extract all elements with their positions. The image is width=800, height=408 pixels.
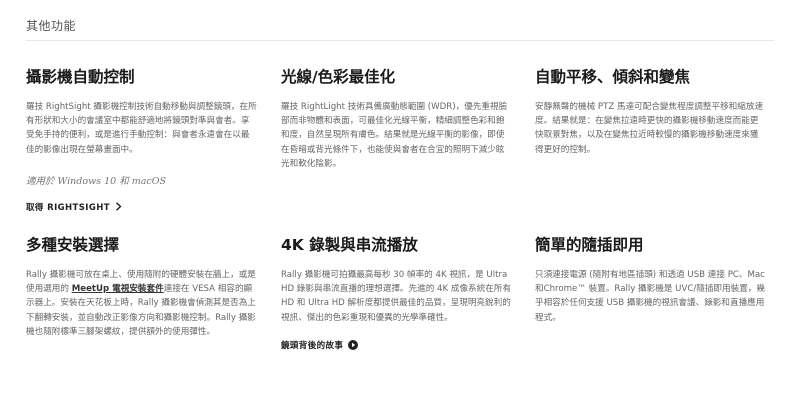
link-label: 取得 RIGHTSIGHT bbox=[26, 202, 110, 213]
feature-heading: 攝影機自動控制 bbox=[26, 68, 135, 86]
lens-story-link[interactable]: 鏡頭背後的故事 bbox=[281, 339, 359, 351]
features-section: 其他功能 攝影機自動控制 羅技 RightSight 攝影機控制技術自動移動與調… bbox=[0, 0, 800, 408]
feature-auto-ptz: 自動平移、傾斜和變焦 安靜無聲的機械 PTZ 馬達可配合變焦程度調整平移和縮放速… bbox=[535, 66, 767, 157]
feature-body: 羅技 RightLight 技術具備廣動態範圍 (WDR)，優先重視臉部而非物體… bbox=[281, 102, 508, 169]
feature-body: 只須連接電源 (隨附有地區插頭) 和透過 USB 連接 PC、Mac 和Chro… bbox=[535, 270, 765, 323]
feature-heading: 光線/色彩最佳化 bbox=[281, 68, 396, 86]
section-title: 其他功能 bbox=[26, 19, 77, 33]
feature-mounting-options: 多種安裝選擇 Rally 攝影機可放在桌上、使用隨附的硬體安裝在牆上，或是使用選… bbox=[26, 234, 258, 339]
feature-auto-camera-control: 攝影機自動控制 羅技 RightSight 攝影機控制技術自動移動與調整鏡頭，在… bbox=[26, 66, 258, 214]
feature-heading: 自動平移、傾斜和變焦 bbox=[535, 68, 691, 86]
feature-light-color-optimization: 光線/色彩最佳化 羅技 RightLight 技術具備廣動態範圍 (WDR)，優… bbox=[281, 66, 513, 171]
chevron-right-icon bbox=[115, 202, 122, 212]
feature-body: 安靜無聲的機械 PTZ 馬達可配合變焦程度調整平移和縮放速度。結果就是：在變焦拉… bbox=[535, 102, 764, 155]
divider bbox=[26, 40, 774, 41]
get-rightsight-link[interactable]: 取得 RIGHTSIGHT bbox=[26, 201, 122, 213]
feature-plug-and-play: 簡單的隨插即用 只須連接電源 (隨附有地區插頭) 和透過 USB 連接 PC、M… bbox=[535, 234, 767, 325]
feature-4k-recording: 4K 錄製與串流播放 Rally 攝影機可拍攝最高每秒 30 幀率的 4K 視訊… bbox=[281, 234, 513, 352]
meetup-tv-mount-link[interactable]: MeetUp 電視安裝套件 bbox=[72, 284, 164, 294]
feature-heading: 多種安裝選擇 bbox=[26, 236, 120, 254]
feature-heading: 4K 錄製與串流播放 bbox=[281, 236, 418, 254]
feature-body: Rally 攝影機可放在桌上、使用隨附的硬體安裝在牆上，或是使用選用的 Meet… bbox=[26, 268, 258, 339]
link-label: 鏡頭背後的故事 bbox=[281, 340, 344, 351]
feature-body: 羅技 RightSight 攝影機控制技術自動移動與調整鏡頭，在所有形狀和大小的… bbox=[26, 102, 257, 155]
feature-body: Rally 攝影機可拍攝最高每秒 30 幀率的 4K 視訊，是 Ultra HD… bbox=[281, 270, 512, 323]
play-circle-icon bbox=[348, 339, 359, 350]
feature-heading: 簡單的隨插即用 bbox=[535, 236, 644, 254]
compatibility-note: 適用於 Windows 10 和 macOS bbox=[26, 175, 167, 187]
